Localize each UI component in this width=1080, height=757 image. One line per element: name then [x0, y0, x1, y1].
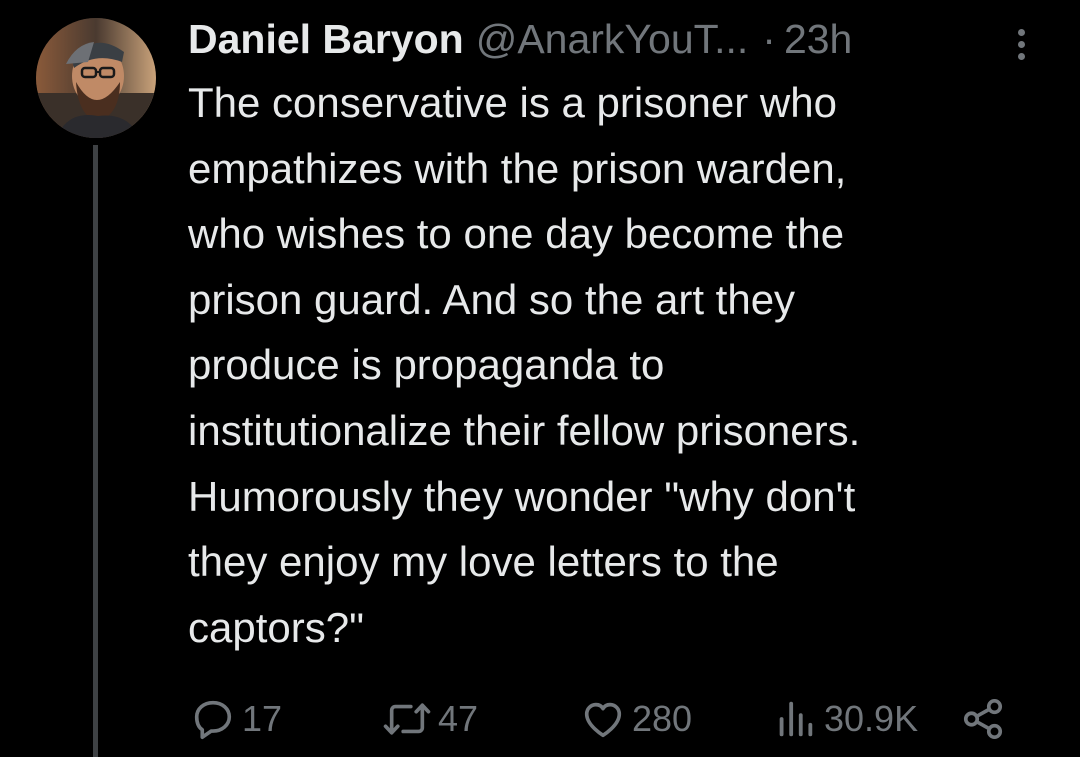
author-handle[interactable]: @AnarkYouT... — [476, 14, 749, 64]
repost-count: 47 — [438, 698, 479, 739]
tweet-text-line: Humorously they wonder "why don't — [188, 472, 856, 520]
tweet-text-line: they enjoy my love letters to the — [188, 538, 779, 586]
tweet-text-line: prison guard. And so the art they — [188, 275, 796, 323]
bar-chart-icon — [779, 701, 813, 737]
avatar[interactable] — [36, 18, 156, 138]
like-count: 280 — [632, 698, 693, 739]
avatar-image — [36, 18, 156, 138]
tweet-text-line: who wishes to one day become the — [188, 210, 845, 258]
like-button[interactable]: 280 — [580, 696, 692, 742]
tweet-text-line: The conservative is a prisoner who — [188, 79, 837, 126]
more-dot — [1017, 40, 1025, 48]
header-separator: · — [762, 16, 776, 62]
repost-arrows-icon — [383, 703, 431, 735]
more-dot — [1017, 52, 1025, 60]
tweet-text: The conservative is a prisoner who empat… — [188, 70, 1048, 660]
more-options-icon[interactable] — [1006, 22, 1036, 66]
view-count: 30.9K — [824, 698, 919, 739]
share-nodes-icon — [963, 698, 1003, 740]
tweet-actions-bar: 17 47 280 30.9K — [190, 696, 1020, 742]
tweet-timestamp[interactable]: 23h — [784, 14, 852, 64]
tweet[interactable]: Daniel Baryon @AnarkYouT... · 23h The co… — [0, 0, 1080, 757]
more-dot — [1017, 28, 1025, 36]
thread-connector-line — [93, 145, 98, 757]
heart-icon — [584, 702, 622, 738]
tweet-text-line: institutionalize their fellow prisoners. — [188, 406, 861, 454]
author-display-name[interactable]: Daniel Baryon — [188, 14, 464, 64]
reply-count: 17 — [242, 698, 283, 739]
share-button[interactable] — [960, 696, 1006, 742]
speech-bubble-icon — [194, 700, 232, 740]
repost-button[interactable]: 47 — [382, 696, 478, 742]
tweet-header: Daniel Baryon @AnarkYouT... · 23h — [188, 14, 852, 64]
tweet-text-line: captors?" — [188, 603, 364, 651]
reply-button[interactable]: 17 — [190, 696, 282, 742]
tweet-text-line: empathizes with the prison warden, — [188, 144, 847, 192]
views-button[interactable]: 30.9K — [772, 696, 918, 742]
tweet-text-line: produce is propaganda to — [188, 341, 665, 389]
